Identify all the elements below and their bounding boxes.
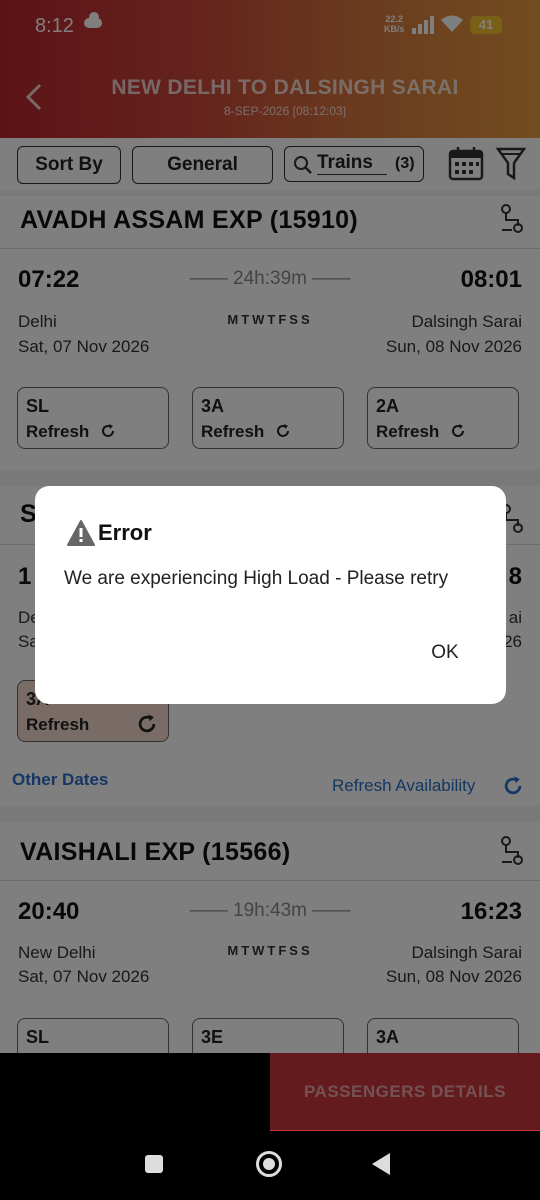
system-nav-bar — [0, 1131, 540, 1200]
back-button[interactable] — [372, 1153, 390, 1175]
home-button[interactable] — [256, 1151, 282, 1177]
error-dialog: Error We are experiencing High Load - Pl… — [35, 486, 506, 704]
warning-icon — [67, 520, 95, 546]
ok-button[interactable]: OK — [425, 642, 465, 664]
dialog-title: Error — [98, 520, 152, 545]
recents-button[interactable] — [145, 1155, 163, 1173]
dialog-message: We are experiencing High Load - Please r… — [64, 568, 449, 589]
